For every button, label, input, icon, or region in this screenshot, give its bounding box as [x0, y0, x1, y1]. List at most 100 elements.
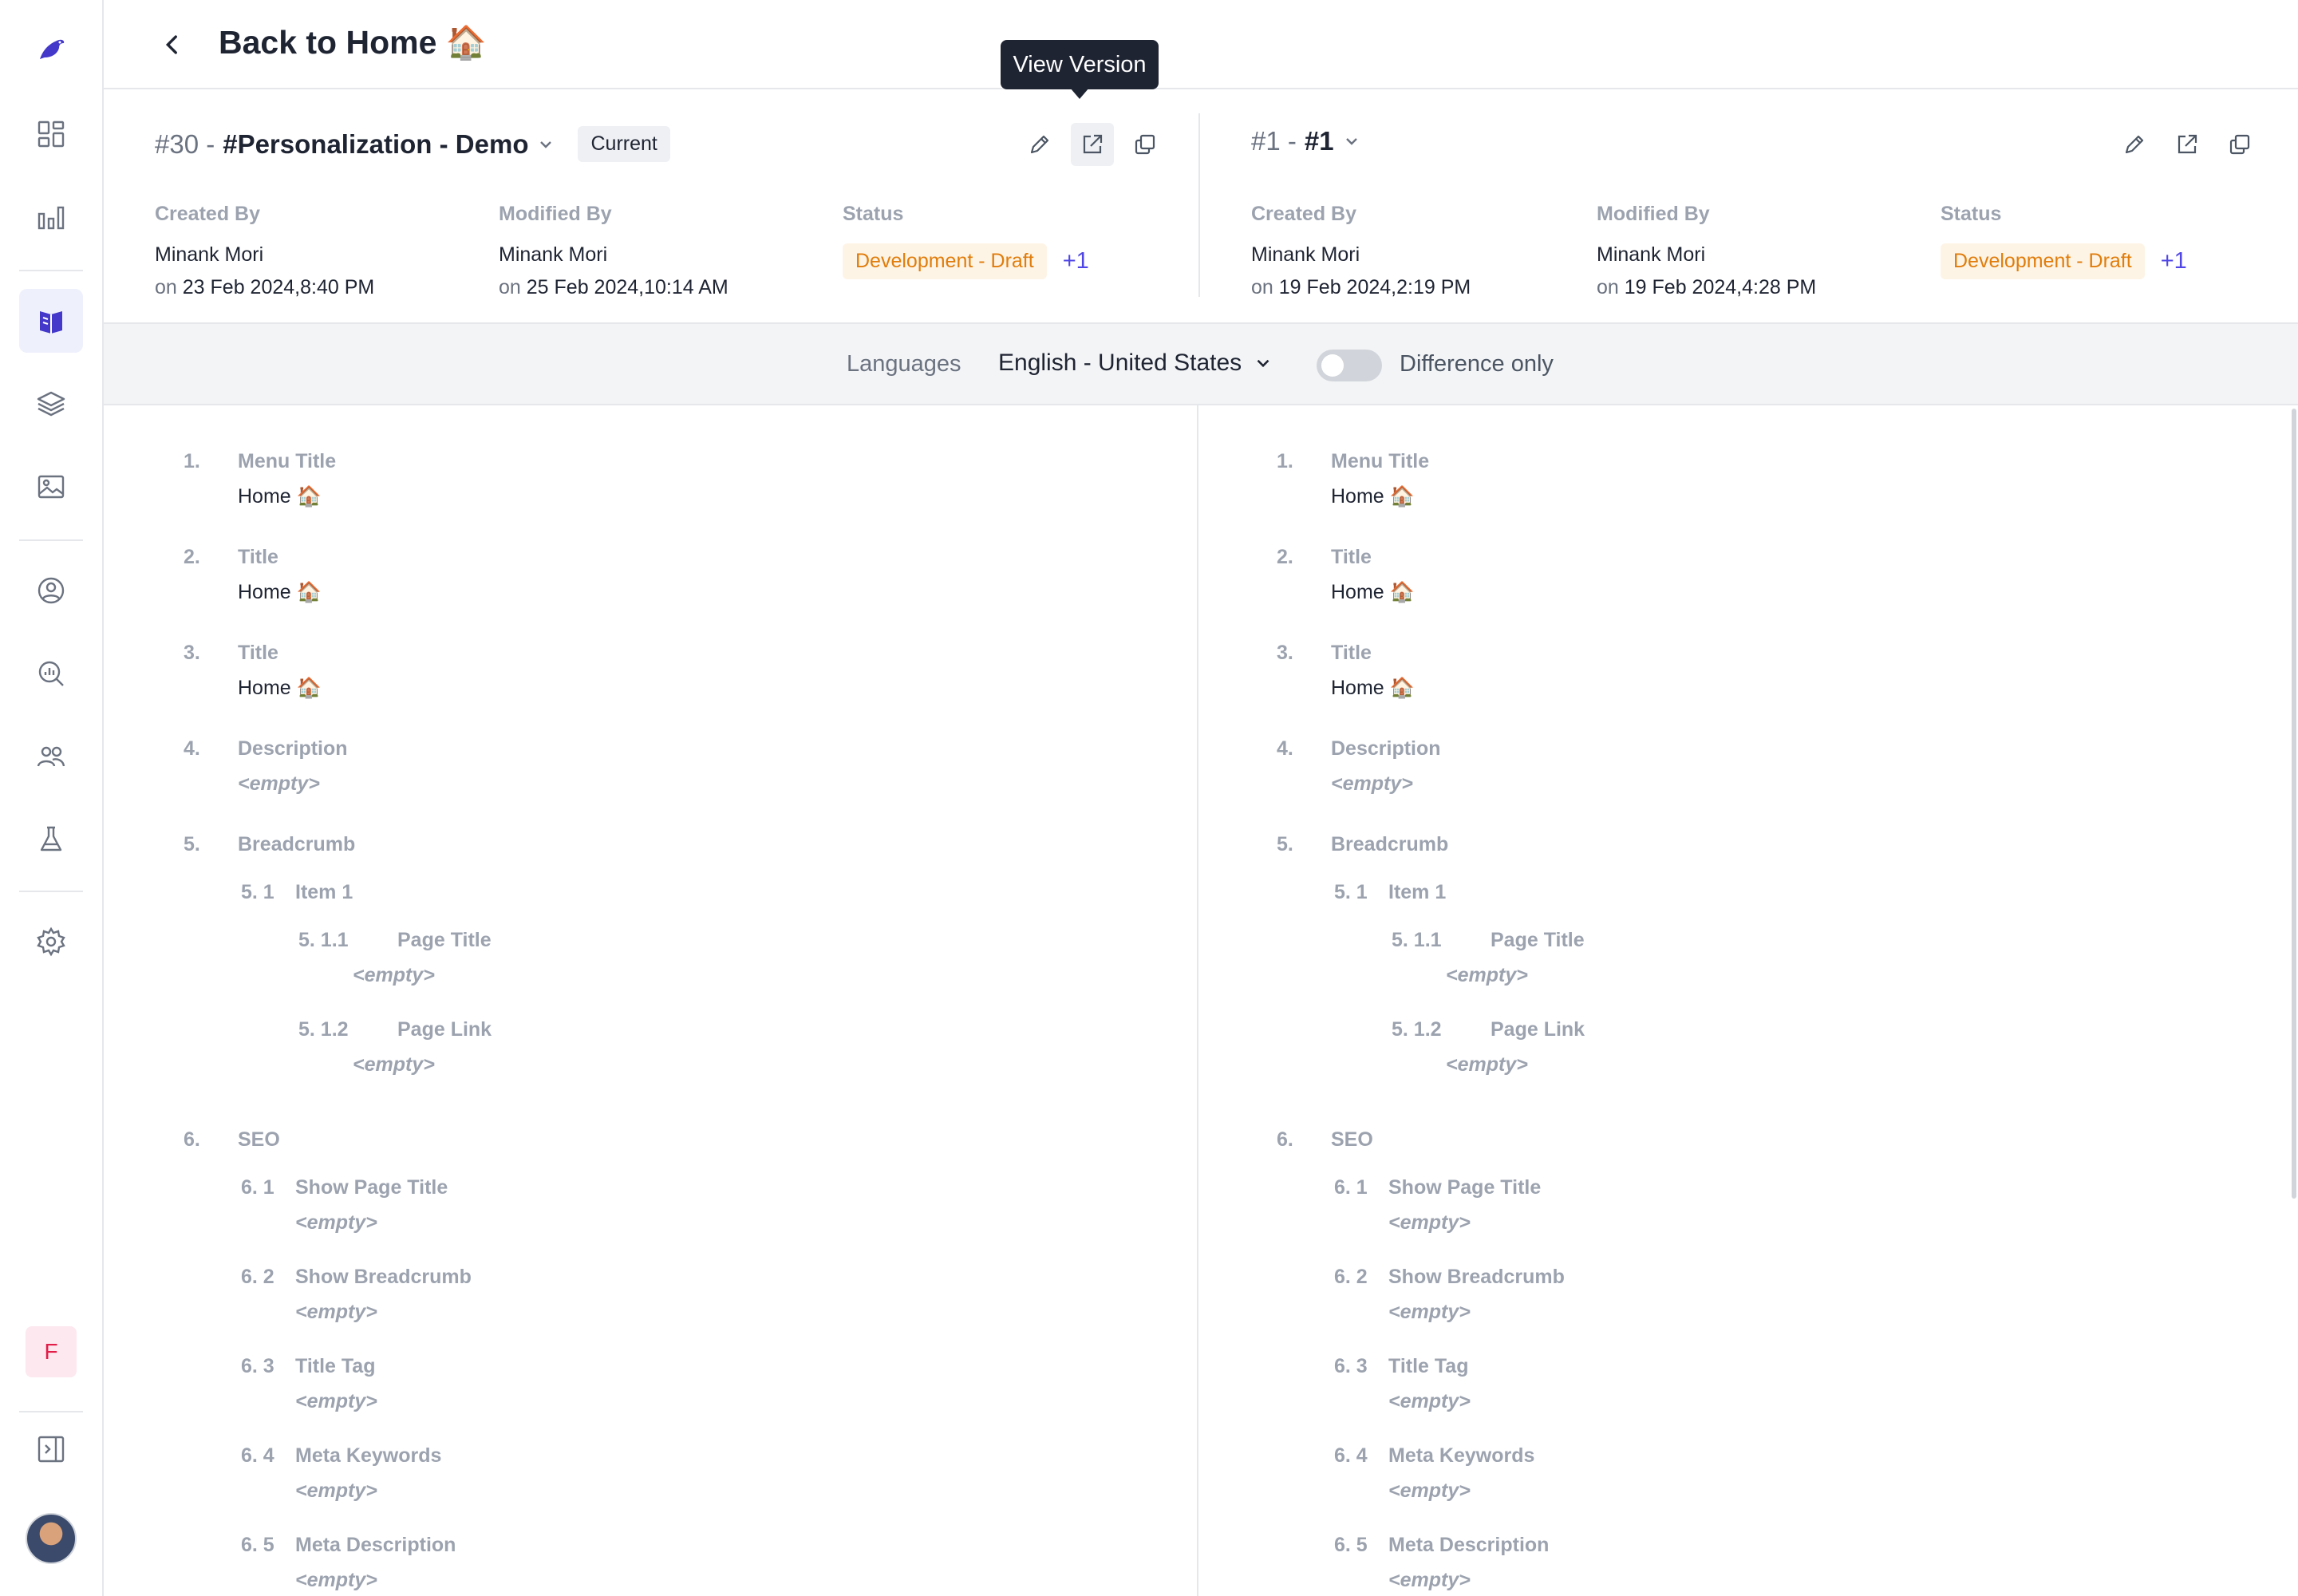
- dashboard-icon[interactable]: [19, 102, 83, 166]
- sidebar: F: [0, 0, 104, 1596]
- field-number: 5. 1.2: [1392, 1018, 1442, 1041]
- field-number: 5. 1.1: [1392, 929, 1442, 951]
- sidebar-divider: [19, 891, 83, 892]
- copy-icon[interactable]: [2218, 123, 2261, 166]
- content-divider: [1197, 405, 1198, 1596]
- field-label: Title: [238, 642, 278, 664]
- chevron-down-icon: [1257, 359, 1269, 368]
- view-version-icon[interactable]: [1071, 123, 1114, 166]
- field-number: 6. 5: [1334, 1534, 1368, 1556]
- back-button[interactable]: [152, 24, 193, 65]
- users-icon[interactable]: [19, 725, 83, 788]
- created-by: Created By Minank Mori on 19 Feb 2024,2:…: [1251, 203, 1471, 299]
- created-by-name: Minank Mori: [1251, 243, 1360, 266]
- field-label: Meta Description: [1388, 1534, 1550, 1556]
- field-number: 3.: [184, 642, 200, 664]
- page-title[interactable]: Back to Home 🏠: [219, 24, 487, 62]
- user-circle-icon[interactable]: [19, 559, 83, 622]
- lab-icon[interactable]: [19, 808, 83, 871]
- field-label: Title Tag: [295, 1355, 376, 1377]
- status-label: Status: [1941, 203, 2002, 225]
- workspace-badge[interactable]: F: [26, 1326, 77, 1377]
- status-more-count[interactable]: +1: [1063, 248, 1089, 275]
- version-actions: [2113, 123, 2261, 166]
- sidebar-divider: [19, 539, 83, 541]
- modified-by-name: Minank Mori: [499, 243, 608, 266]
- field-label: Show Breadcrumb: [295, 1266, 472, 1288]
- field-label: Description: [1331, 737, 1441, 760]
- expand-sidebar-icon[interactable]: [19, 1417, 83, 1481]
- field-empty-value: <empty>: [1388, 1479, 1471, 1502]
- created-on-date: 23 Feb 2024,8:40 PM: [182, 276, 375, 298]
- tooltip-arrow: [1070, 88, 1089, 99]
- left-version-header: #30 - #Personalization - Demo Current Cr…: [104, 89, 1198, 322]
- language-selected: English - United States: [998, 350, 1242, 376]
- modified-by-name: Minank Mori: [1597, 243, 1706, 266]
- field-label: Meta Keywords: [295, 1444, 442, 1467]
- field-number: 6. 4: [1334, 1444, 1368, 1467]
- field-number: 1.: [1277, 450, 1293, 472]
- field-label: Item 1: [295, 881, 353, 903]
- field-number: 6. 2: [1334, 1266, 1368, 1288]
- field-label: Page Title: [397, 929, 492, 951]
- status-badge[interactable]: Development - Draft: [843, 243, 1047, 279]
- modified-by-label: Modified By: [1597, 203, 1710, 225]
- view-version-icon[interactable]: [2166, 123, 2209, 166]
- modified-on-date: 19 Feb 2024,4:28 PM: [1624, 276, 1817, 298]
- created-by-label: Created By: [1251, 203, 1356, 225]
- analytics-icon[interactable]: [19, 185, 83, 249]
- logo-icon[interactable]: [19, 18, 83, 81]
- edit-icon[interactable]: [2113, 123, 2156, 166]
- left-content: 1. Menu Title Home 🏠 2. Title Home 🏠 3. Title Ho…: [104, 405, 1198, 1596]
- scrollbar[interactable]: [2292, 409, 2296, 1199]
- field-label: Title: [1331, 546, 1372, 568]
- media-icon[interactable]: [19, 455, 83, 519]
- modified-by: Modified By Minank Mori on 25 Feb 2024,1…: [499, 203, 728, 299]
- version-name: #1: [1304, 126, 1334, 156]
- avatar[interactable]: [26, 1513, 77, 1564]
- top-bar: Back to Home 🏠: [104, 0, 2298, 89]
- languages-label: Languages: [847, 351, 961, 377]
- created-on-prefix: on: [155, 276, 177, 298]
- field-empty-value: <empty>: [353, 964, 435, 986]
- field-value: Home 🏠: [238, 581, 322, 603]
- field-empty-value: <empty>: [353, 1053, 435, 1076]
- search-insights-icon[interactable]: [19, 642, 83, 705]
- field-empty-value: <empty>: [1388, 1390, 1471, 1412]
- field-empty-value: <empty>: [295, 1479, 377, 1502]
- field-empty-value: <empty>: [295, 1390, 377, 1412]
- edit-icon[interactable]: [1018, 123, 1061, 166]
- status-label: Status: [843, 203, 904, 225]
- right-content: 1. Menu Title Home 🏠 2. Title Home 🏠 3. Title Ho…: [1200, 405, 2298, 1596]
- status: Status Development - Draft +1: [843, 203, 1089, 279]
- version-number: #1 -: [1251, 126, 1297, 156]
- status-badge[interactable]: Development - Draft: [1941, 243, 2145, 279]
- field-label: SEO: [1331, 1128, 1373, 1151]
- field-empty-value: <empty>: [1331, 772, 1413, 795]
- field-label: Title: [238, 546, 278, 568]
- modified-on-date: 25 Feb 2024,10:14 AM: [526, 276, 728, 298]
- field-empty-value: <empty>: [1388, 1569, 1471, 1591]
- version-name: #Personalization - Demo: [223, 128, 529, 159]
- field-number: 6. 2: [241, 1266, 274, 1288]
- version-selector[interactable]: #30 - #Personalization - Demo Current: [155, 126, 670, 162]
- tooltip: View Version: [1001, 40, 1159, 89]
- field-number: 6. 4: [241, 1444, 274, 1467]
- field-label: Show Breadcrumb: [1388, 1266, 1565, 1288]
- field-empty-value: <empty>: [1388, 1211, 1471, 1234]
- settings-icon[interactable]: [19, 910, 83, 974]
- version-selector[interactable]: #1 - #1: [1251, 126, 1361, 156]
- copy-icon[interactable]: [1123, 123, 1167, 166]
- field-number: 4.: [1277, 737, 1293, 760]
- field-number: 1.: [184, 450, 200, 472]
- field-number: 5. 1: [241, 881, 274, 903]
- status-more-count[interactable]: +1: [2161, 248, 2187, 275]
- difference-only-toggle[interactable]: [1317, 350, 1382, 381]
- field-empty-value: <empty>: [295, 1301, 377, 1323]
- field-label: Page Link: [397, 1018, 492, 1041]
- language-select[interactable]: English - United States: [998, 350, 1273, 377]
- content-icon[interactable]: [19, 289, 83, 353]
- sidebar-divider: [19, 1411, 83, 1412]
- field-label: Title: [1331, 642, 1372, 664]
- layers-icon[interactable]: [19, 372, 83, 436]
